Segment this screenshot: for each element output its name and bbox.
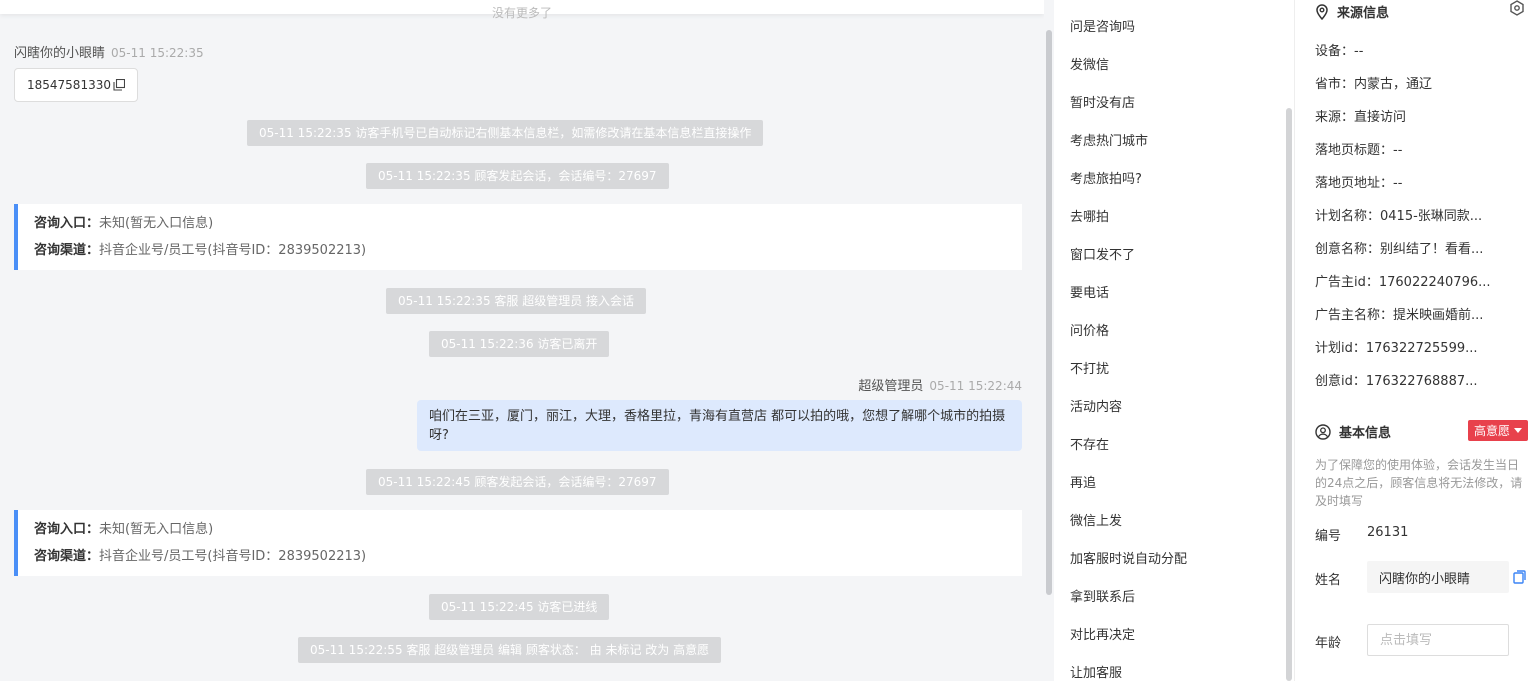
visitor-message-time: 05-11 15:22:35 <box>111 46 204 60</box>
system-message: 05-11 15:22:55 客服 超级管理员 编辑 顾客状态： 由 未标记 改… <box>298 637 722 663</box>
consult-info-card: 咨询入口：未知(暂无入口信息) 咨询渠道：抖音企业号/员工号(抖音号ID：283… <box>14 510 1022 576</box>
system-message: 05-11 15:22:45 顾客发起会话，会话编号：27697 <box>366 469 669 495</box>
agent-name: 超级管理员 <box>858 379 924 394</box>
consult-entry-label: 咨询入口： <box>34 522 100 537</box>
age-label: 年龄 <box>1315 636 1342 651</box>
name-field[interactable]: 闪瞎你的小眼睛 <box>1367 561 1509 593</box>
consult-channel-row: 咨询渠道：抖音企业号/员工号(抖音号ID：2839502213) <box>34 547 1006 574</box>
quick-reply-item[interactable]: 拿到联系后 <box>1070 586 1135 605</box>
quick-reply-panel: 问是咨询吗 发微信 暂时没有店 考虑热门城市 考虑旅拍吗? 去哪拍 窗口发不了 … <box>1054 0 1294 681</box>
name-label: 姓名 <box>1315 573 1342 588</box>
consult-entry-row: 咨询入口：未知(暂无入口信息) <box>34 214 1006 241</box>
consult-entry-value: 未知(暂无入口信息) <box>99 216 214 231</box>
intent-status-dropdown[interactable]: 高意愿 <box>1468 420 1528 441</box>
source-field-device: 设备：-- <box>1315 44 1364 59</box>
system-message: 05-11 15:22:35 访客手机号已自动标记右侧基本信息栏，如需修改请在基… <box>247 120 764 146</box>
source-field-plan-id: 计划id：176322725599... <box>1315 341 1478 356</box>
eye-settings-icon[interactable] <box>1509 0 1525 16</box>
quick-reply-item[interactable]: 窗口发不了 <box>1070 244 1135 263</box>
consult-entry-label: 咨询入口： <box>34 216 100 231</box>
age-input[interactable] <box>1367 624 1509 656</box>
source-field-creative-name: 创意名称：别纠结了！看看... <box>1315 242 1484 257</box>
system-message: 05-11 15:22:35 顾客发起会话，会话编号：27697 <box>366 163 669 189</box>
consult-channel-label: 咨询渠道： <box>34 549 100 564</box>
basic-info-title: 基本信息 <box>1339 426 1392 441</box>
copy-icon[interactable] <box>113 79 125 91</box>
consult-info-card: 咨询入口：未知(暂无入口信息) 咨询渠道：抖音企业号/员工号(抖音号ID：283… <box>14 204 1022 270</box>
source-info-title: 来源信息 <box>1337 6 1390 21</box>
quick-reply-item[interactable]: 加客服时说自动分配 <box>1070 548 1187 567</box>
basic-info-header: 基本信息 <box>1315 422 1391 441</box>
system-message: 05-11 15:22:45 访客已进线 <box>429 594 610 620</box>
source-field-source: 来源：直接访问 <box>1315 110 1407 125</box>
quick-reply-item[interactable]: 去哪拍 <box>1070 206 1109 225</box>
quick-reply-item[interactable]: 考虑旅拍吗? <box>1070 168 1142 187</box>
quick-reply-item[interactable]: 对比再决定 <box>1070 624 1135 643</box>
source-field-landing-title: 落地页标题：-- <box>1315 143 1403 158</box>
quick-reply-item[interactable]: 微信上发 <box>1070 510 1122 529</box>
agent-sender-line: 超级管理员 05-11 15:22:44 <box>858 375 1022 394</box>
quick-reply-item[interactable]: 再追 <box>1070 472 1096 491</box>
visitor-name: 闪瞎你的小眼睛 <box>14 46 106 61</box>
quick-reply-item[interactable]: 不存在 <box>1070 434 1109 453</box>
quick-reply-item[interactable]: 问价格 <box>1070 320 1109 339</box>
name-value: 闪瞎你的小眼睛 <box>1379 571 1471 587</box>
source-info-header: 来源信息 <box>1315 2 1389 21</box>
customer-info-panel: 来源信息 设备：-- 省市：内蒙古，通辽 来源：直接访问 落地页标题：-- 落地… <box>1294 0 1528 681</box>
consult-channel-label: 咨询渠道： <box>34 243 100 258</box>
quick-reply-item[interactable]: 不打扰 <box>1070 358 1109 377</box>
id-value: 26131 <box>1367 525 1409 540</box>
chat-top-bar: 没有更多了 <box>0 0 1044 20</box>
caret-down-icon <box>1514 428 1522 433</box>
visitor-sender-line: 闪瞎你的小眼睛 05-11 15:22:35 <box>14 42 204 61</box>
agent-message-time: 05-11 15:22:44 <box>929 379 1022 393</box>
consult-channel-row: 咨询渠道：抖音企业号/员工号(抖音号ID：2839502213) <box>34 241 1006 268</box>
id-label: 编号 <box>1315 529 1342 544</box>
edit-deadline-notice: 为了保障您的使用体验，会话发生当日的24点之后，顾客信息将无法修改，请及时填写 <box>1315 458 1523 508</box>
user-circle-icon <box>1315 423 1331 440</box>
source-field-advertiser-id: 广告主id：176022240796... <box>1315 275 1491 290</box>
quick-reply-item[interactable]: 暂时没有店 <box>1070 92 1135 111</box>
agent-message-bubble: 咱们在三亚，厦门，丽江，大理，香格里拉，青海有直营店 都可以拍的哦，您想了解哪个… <box>417 400 1022 451</box>
consult-channel-value: 抖音企业号/员工号(抖音号ID：2839502213) <box>99 549 367 564</box>
chat-scrollbar-thumb[interactable] <box>1046 30 1052 595</box>
system-message: 05-11 15:22:36 访客已离开 <box>429 331 610 357</box>
chat-panel: 没有更多了 闪瞎你的小眼睛 05-11 15:22:35 18547581330 … <box>0 0 1054 681</box>
quick-reply-scrollbar-thumb[interactable] <box>1286 108 1292 681</box>
quick-reply-item[interactable]: 发微信 <box>1070 54 1109 73</box>
source-field-plan-name: 计划名称：0415-张琳同款... <box>1315 209 1483 224</box>
phone-number: 18547581330 <box>27 78 111 92</box>
quick-reply-item[interactable]: 考虑热门城市 <box>1070 130 1148 149</box>
source-field-landing-url: 落地页地址：-- <box>1315 176 1403 191</box>
quick-reply-item[interactable]: 活动内容 <box>1070 396 1122 415</box>
source-field-region: 省市：内蒙古，通辽 <box>1315 77 1433 92</box>
copy-icon[interactable] <box>1513 570 1526 584</box>
source-field-advertiser-name: 广告主名称：提米映画婚前... <box>1315 308 1484 323</box>
consult-entry-row: 咨询入口：未知(暂无入口信息) <box>34 520 1006 547</box>
quick-reply-item[interactable]: 让加客服 <box>1070 662 1122 681</box>
no-more-messages: 没有更多了 <box>491 6 552 20</box>
visitor-phone-message: 18547581330 <box>14 68 138 102</box>
source-field-creative-id: 创意id：176322768887... <box>1315 374 1478 389</box>
quick-reply-item[interactable]: 要电话 <box>1070 282 1109 301</box>
intent-status-label: 高意愿 <box>1474 424 1511 438</box>
consult-entry-value: 未知(暂无入口信息) <box>99 522 214 537</box>
system-message: 05-11 15:22:35 客服 超级管理员 接入会话 <box>386 288 647 314</box>
quick-reply-item[interactable]: 问是咨询吗 <box>1070 16 1135 35</box>
consult-channel-value: 抖音企业号/员工号(抖音号ID：2839502213) <box>99 243 367 258</box>
location-pin-icon <box>1316 3 1328 20</box>
